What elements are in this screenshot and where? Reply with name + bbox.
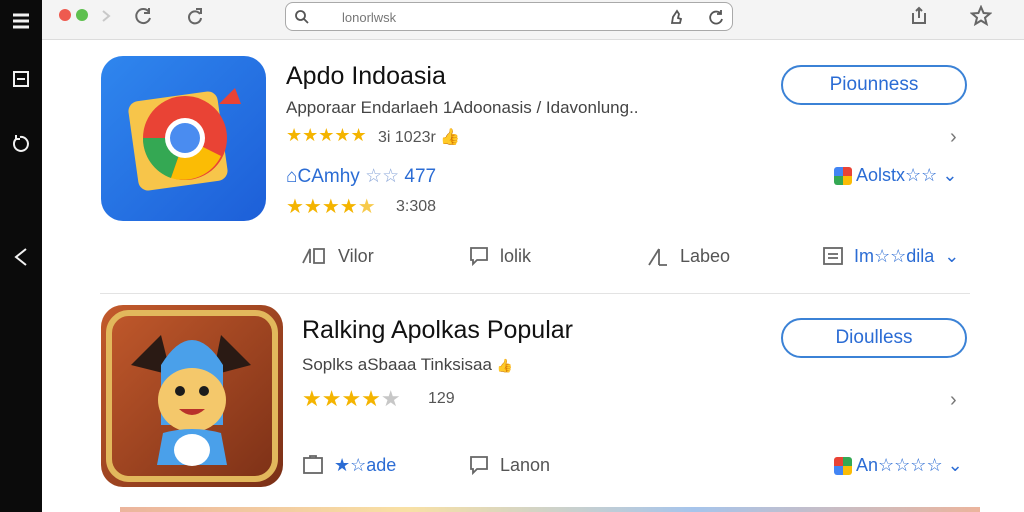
address-query-text: lonorlwsk bbox=[342, 10, 397, 25]
star-rating: ★★★★★ bbox=[302, 386, 401, 411]
favorite-star-icon[interactable] bbox=[968, 3, 994, 29]
action-like[interactable]: lolik bbox=[468, 245, 531, 267]
browser-toolbar: lonorlwsk bbox=[42, 0, 1024, 40]
left-rail bbox=[0, 0, 42, 512]
star-rating-secondary: ★★★★★ bbox=[286, 196, 376, 218]
action-view[interactable]: Vilor bbox=[300, 245, 374, 267]
app-title[interactable]: Apdo Indoasia bbox=[286, 62, 446, 91]
chevron-down-icon: ⌄ bbox=[942, 165, 958, 185]
action-comment[interactable]: Lanon bbox=[468, 454, 550, 476]
store-logo-icon bbox=[834, 457, 852, 476]
thumb-icon: 👍 bbox=[440, 129, 461, 146]
app-title[interactable]: Ralking Apolkas Popular bbox=[302, 316, 573, 345]
secondary-rating-value: 3:308 bbox=[396, 198, 437, 215]
menu-icon[interactable] bbox=[0, 6, 42, 36]
rating-count: 3i 1023r 👍 bbox=[378, 129, 461, 146]
chevron-down-icon: ⌄ bbox=[944, 245, 960, 266]
author-row[interactable]: ⌂CAmhy ☆☆ 477 bbox=[286, 165, 436, 188]
close-window-button[interactable] bbox=[59, 9, 71, 21]
address-bar[interactable]: lonorlwsk bbox=[285, 2, 733, 31]
refresh-icon[interactable] bbox=[0, 128, 42, 158]
store-badge[interactable]: An☆☆☆☆ ⌄ bbox=[834, 455, 963, 476]
bookmark-icon[interactable] bbox=[666, 7, 686, 27]
thumb-icon: 👍 bbox=[496, 358, 513, 373]
chevron-right-icon[interactable]: › bbox=[950, 389, 957, 412]
tab-view-icon[interactable] bbox=[0, 64, 42, 94]
back-icon[interactable] bbox=[0, 242, 42, 272]
app-subtitle: Apporaar Endarlaeh 1Adoonasis / Idavonlu… bbox=[286, 98, 639, 117]
next-item-preview bbox=[120, 507, 980, 512]
install-button[interactable]: Dioulless bbox=[781, 318, 967, 358]
rating-count: 129 bbox=[428, 390, 455, 407]
share-reload-icon[interactable] bbox=[182, 3, 208, 29]
action-rate[interactable]: ★☆ade bbox=[302, 454, 396, 476]
app-icon-chrome[interactable] bbox=[101, 56, 266, 221]
chevron-right-icon[interactable]: › bbox=[950, 126, 957, 149]
app-subtitle: Soplks aSbaaa Tinksisaa 👍 bbox=[302, 355, 513, 374]
star-rating: ★★★★★ bbox=[286, 125, 367, 145]
refresh-page-icon[interactable] bbox=[706, 7, 726, 27]
store-badge[interactable]: Aolstx☆☆ ⌄ bbox=[834, 165, 957, 186]
share-icon[interactable] bbox=[906, 3, 932, 29]
store-logo-icon bbox=[834, 167, 852, 186]
divider bbox=[100, 293, 970, 294]
chevron-right-icon[interactable] bbox=[93, 3, 119, 29]
home-icon: ⌂ bbox=[286, 166, 298, 187]
chevron-down-icon: ⌄ bbox=[947, 455, 963, 475]
search-icon bbox=[292, 7, 312, 27]
reload-icon[interactable] bbox=[130, 3, 156, 29]
install-button[interactable]: Piounness bbox=[781, 65, 967, 105]
app-icon-game[interactable] bbox=[101, 305, 283, 487]
maximize-window-button[interactable] bbox=[76, 9, 88, 21]
action-details[interactable]: Im☆☆dila ⌄ bbox=[822, 245, 959, 267]
action-label[interactable]: Labeo bbox=[646, 245, 730, 267]
